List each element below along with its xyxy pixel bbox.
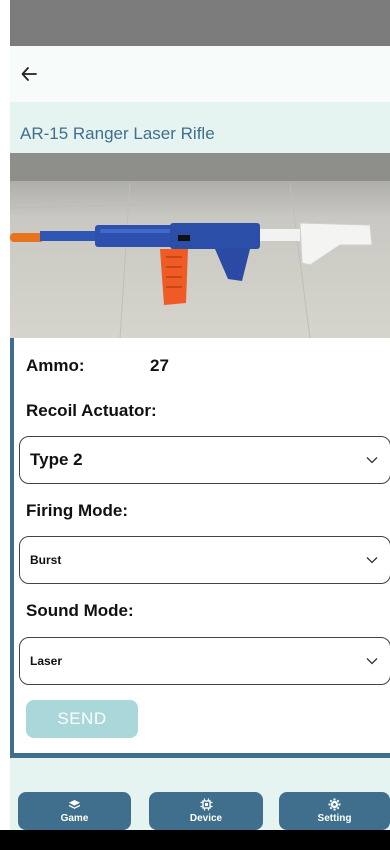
arrow-left-icon[interactable] — [20, 65, 38, 83]
sound-mode-select[interactable]: Laser — [19, 637, 390, 685]
chevron-down-icon — [366, 451, 378, 469]
layers-icon — [68, 799, 81, 813]
nav-device-label: Device — [189, 813, 223, 824]
left-edge — [0, 0, 10, 850]
status-bar — [10, 0, 390, 46]
page-title: AR-15 Ranger Laser Rifle — [20, 124, 215, 143]
firing-mode-select[interactable]: Burst — [19, 536, 390, 584]
firing-mode-value: Burst — [30, 553, 62, 567]
nav-game-button[interactable]: Game — [18, 792, 131, 830]
ammo-label: Ammo: — [26, 356, 85, 375]
firing-mode-label: Firing Mode: — [26, 501, 128, 520]
recoil-actuator-label: Recoil Actuator: — [26, 401, 157, 420]
recoil-actuator-select[interactable]: Type 2 — [19, 436, 390, 484]
ammo-value: 27 — [150, 356, 169, 375]
chevron-down-icon — [366, 652, 378, 670]
product-image — [10, 153, 390, 338]
sound-mode-value: Laser — [30, 654, 63, 668]
system-nav-bar — [0, 830, 390, 850]
chip-icon — [200, 798, 213, 813]
chevron-down-icon — [366, 551, 378, 569]
app-bar — [10, 46, 390, 102]
recoil-actuator-value: Type 2 — [30, 450, 83, 469]
sound-mode-label: Sound Mode: — [26, 601, 134, 620]
nav-device-button[interactable]: Device — [149, 792, 263, 830]
nav-setting-label: Setting — [317, 813, 352, 824]
nav-game-label: Game — [60, 812, 89, 824]
send-button[interactable]: SEND — [26, 700, 138, 738]
nav-setting-button[interactable]: Setting — [279, 792, 390, 830]
gear-icon — [328, 798, 341, 813]
